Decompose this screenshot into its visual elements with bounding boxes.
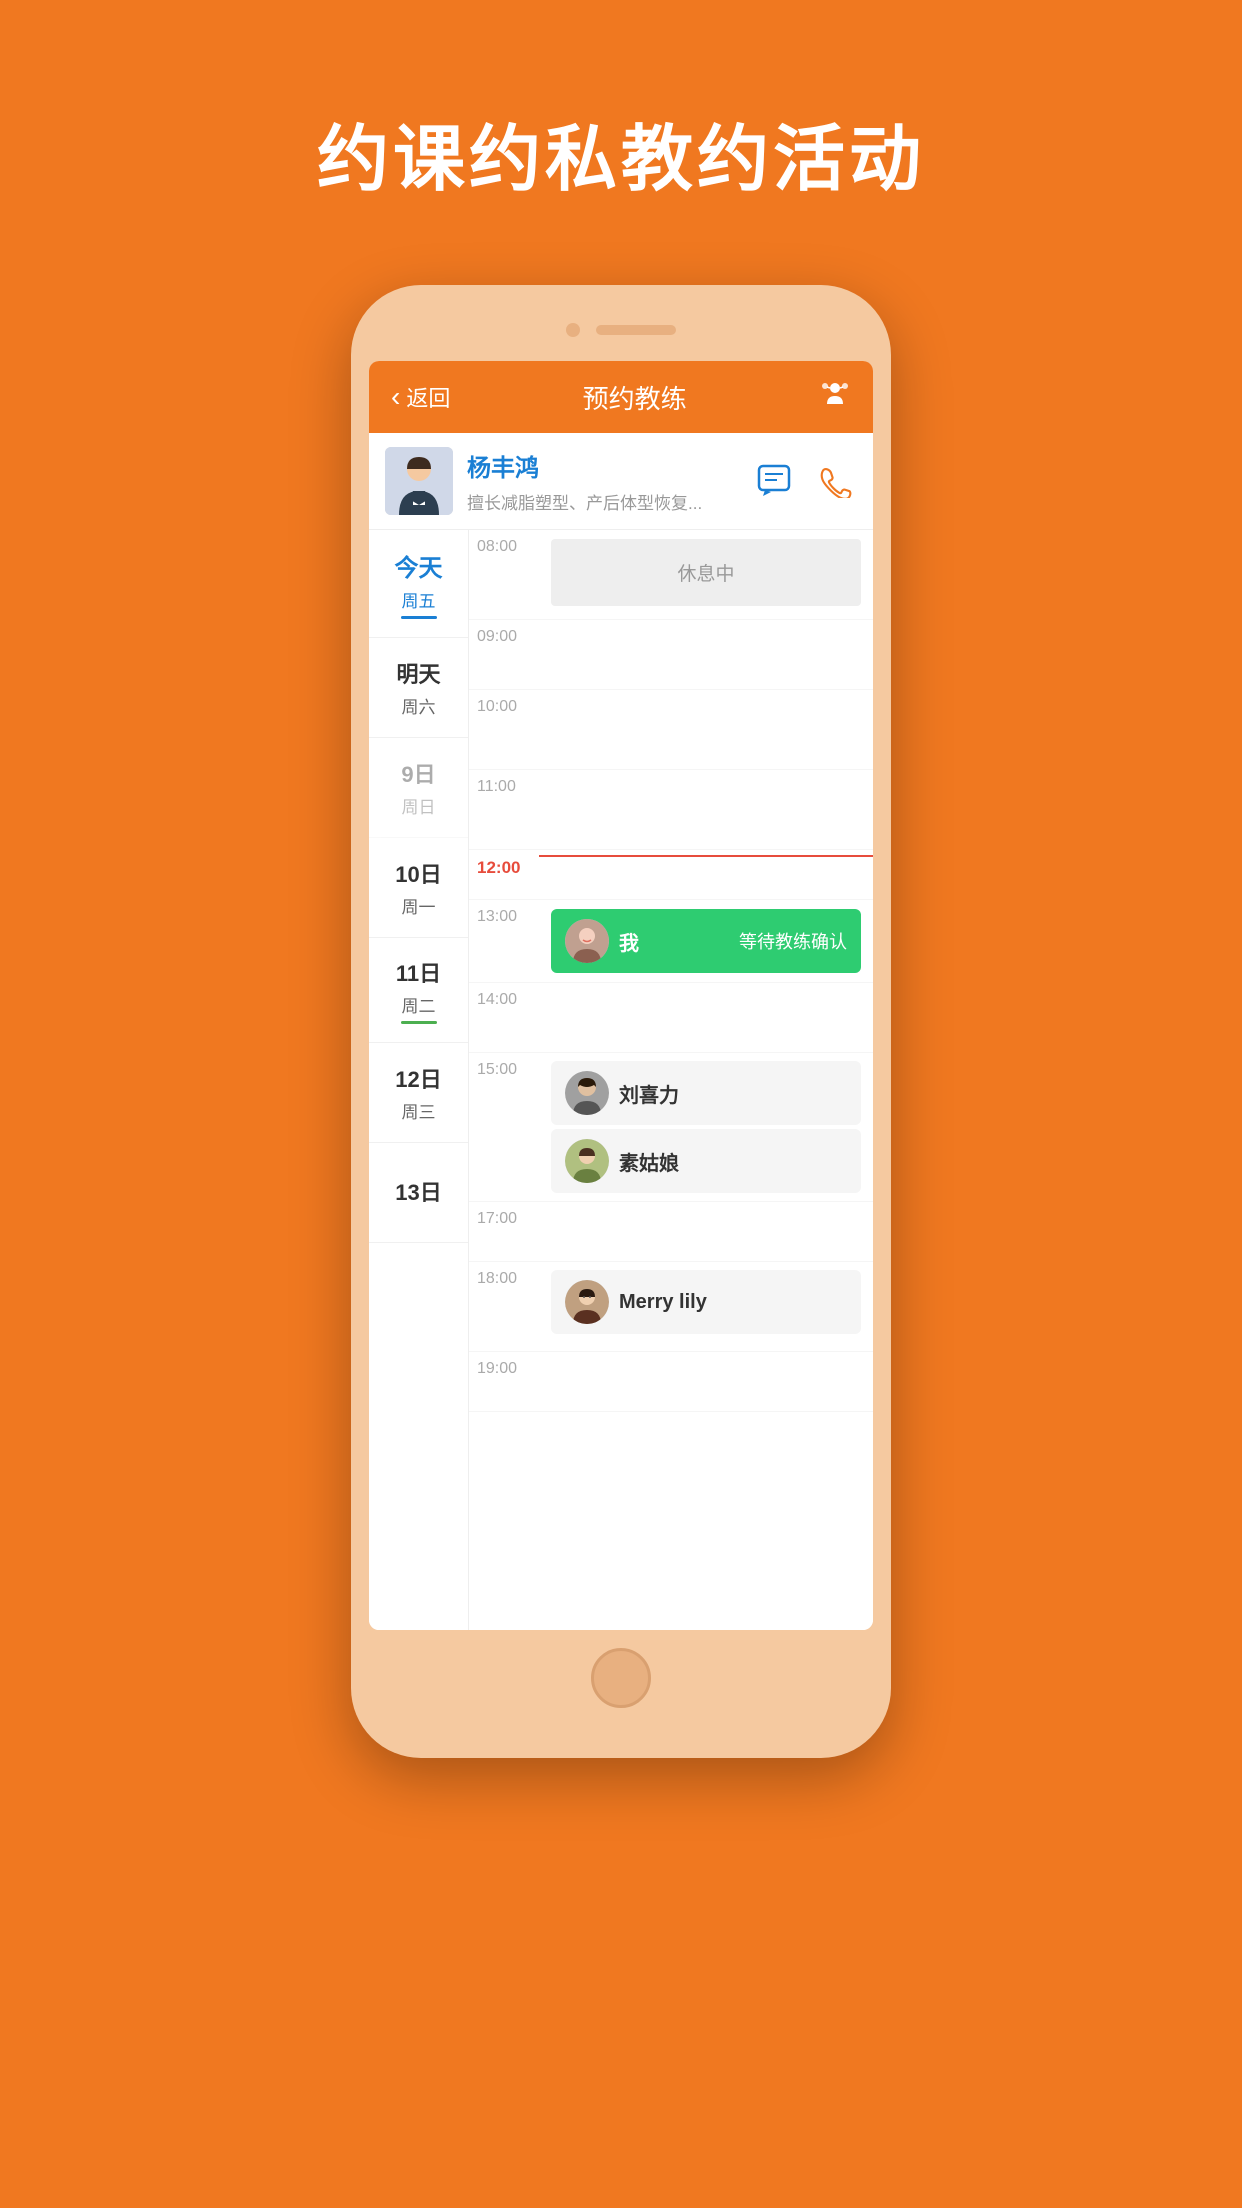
date12-weekday: 周三	[402, 1098, 436, 1123]
time-row-0900: 09:00	[469, 620, 873, 690]
time-label-0900: 09:00	[469, 620, 539, 646]
phone-shell: ‹ 返回 预约教练	[351, 285, 891, 1758]
speaker-bar	[596, 325, 676, 335]
time-content-1400	[539, 983, 873, 993]
liu-avatar	[565, 1071, 609, 1115]
date10-label: 10日	[395, 857, 441, 889]
today-label: 今天	[395, 548, 443, 583]
time-content-1500: 刘喜力 素姑娘	[539, 1053, 873, 1201]
settings-icon[interactable]	[819, 378, 851, 417]
time-label-1200: 12:00	[469, 850, 539, 878]
trainer-actions	[753, 460, 857, 502]
date-today[interactable]: 今天 周五	[369, 530, 468, 638]
time-row-1800: 18:00	[469, 1262, 873, 1352]
phone-screen: ‹ 返回 预约教练	[369, 361, 873, 1630]
camera-dot	[566, 323, 580, 337]
date11-label: 11日	[396, 956, 441, 988]
trainer-info: 杨丰鸿 擅长减脂塑型、产后体型恢复...	[467, 448, 753, 514]
back-button[interactable]: ‹ 返回	[391, 381, 450, 413]
date-column: 今天 周五 明天 周六 9日 周日 10日 周一 11日	[369, 530, 469, 1630]
appointment-merry: Merry lily	[551, 1270, 861, 1334]
time-label-1800: 18:00	[469, 1262, 539, 1288]
tomorrow-weekday: 周六	[402, 693, 436, 718]
my-avatar	[565, 919, 609, 963]
date-11[interactable]: 11日 周二	[369, 938, 468, 1043]
appointment-liu: 刘喜力	[551, 1061, 861, 1125]
time-content-1700	[539, 1202, 873, 1212]
date11-weekday: 周二	[402, 992, 436, 1017]
back-icon: ‹	[391, 381, 400, 413]
time-label-1300: 13:00	[469, 900, 539, 926]
date-9[interactable]: 9日 周日	[369, 738, 468, 838]
trainer-name: 杨丰鸿	[467, 448, 753, 483]
header-title: 预约教练	[583, 379, 687, 416]
appointment-su: 素姑娘	[551, 1129, 861, 1193]
time-row-0800: 08:00 休息中	[469, 530, 873, 620]
page-title: 约课约私教约活动	[317, 100, 925, 205]
merry-name: Merry lily	[619, 1291, 707, 1314]
time-label-1100: 11:00	[469, 770, 539, 796]
time-row-1000: 10:00	[469, 690, 873, 770]
liu-name: 刘喜力	[619, 1079, 679, 1108]
time-row-1100: 11:00	[469, 770, 873, 850]
time-label-1500: 15:00	[469, 1053, 539, 1079]
rest-slot: 休息中	[551, 539, 861, 606]
merry-avatar	[565, 1280, 609, 1324]
date9-weekday: 周日	[402, 793, 436, 818]
today-indicator	[401, 616, 437, 619]
time-label-1900: 19:00	[469, 1352, 539, 1378]
chat-button[interactable]	[753, 460, 795, 502]
today-weekday: 周五	[402, 587, 436, 612]
home-button-area	[369, 1648, 873, 1708]
my-name: 我	[619, 927, 639, 956]
trainer-profile: 杨丰鸿 擅长减脂塑型、产后体型恢复...	[369, 433, 873, 530]
time-content-1200	[539, 850, 873, 860]
date9-label: 9日	[401, 757, 435, 789]
time-row-1900: 19:00	[469, 1352, 873, 1412]
time-content-1800: Merry lily	[539, 1262, 873, 1342]
date10-weekday: 周一	[402, 893, 436, 918]
time-row-1400: 14:00	[469, 983, 873, 1053]
su-avatar	[565, 1139, 609, 1183]
date13-label: 13日	[395, 1175, 441, 1207]
appointment-status: 等待教练确认	[739, 928, 847, 954]
su-name: 素姑娘	[619, 1147, 679, 1176]
trainer-avatar	[385, 447, 453, 515]
schedule-column: 08:00 休息中 09:00 10:00 11:00	[469, 530, 873, 1630]
time-label-1700: 17:00	[469, 1202, 539, 1228]
schedule-container: 今天 周五 明天 周六 9日 周日 10日 周一 11日	[369, 530, 873, 1630]
date12-label: 12日	[395, 1062, 441, 1094]
date-12[interactable]: 12日 周三	[369, 1043, 468, 1143]
time-label-1000: 10:00	[469, 690, 539, 716]
phone-button[interactable]	[815, 460, 857, 502]
current-time-line	[539, 855, 873, 857]
time-row-1500: 15:00	[469, 1053, 873, 1202]
date-10[interactable]: 10日 周一	[369, 838, 468, 938]
my-appointment[interactable]: 我 等待教练确认	[551, 909, 861, 973]
app-header: ‹ 返回 预约教练	[369, 361, 873, 433]
date11-indicator	[401, 1021, 437, 1024]
date-tomorrow[interactable]: 明天 周六	[369, 638, 468, 738]
tomorrow-label: 明天	[396, 657, 440, 689]
time-content-1100	[539, 770, 873, 780]
time-row-1300: 13:00	[469, 900, 873, 983]
time-content-1900	[539, 1352, 873, 1362]
time-content-0800: 休息中	[539, 530, 873, 615]
trainer-description: 擅长减脂塑型、产后体型恢复...	[467, 489, 753, 514]
time-content-1300[interactable]: 我 等待教练确认	[539, 900, 873, 982]
time-row-1200: 12:00	[469, 850, 873, 900]
time-content-0900	[539, 620, 873, 630]
time-content-1000	[539, 690, 873, 700]
time-label-0800: 08:00	[469, 530, 539, 556]
time-label-1400: 14:00	[469, 983, 539, 1009]
time-row-1700: 17:00	[469, 1202, 873, 1262]
back-label: 返回	[406, 381, 450, 413]
date-13[interactable]: 13日	[369, 1143, 468, 1243]
home-button[interactable]	[591, 1648, 651, 1708]
